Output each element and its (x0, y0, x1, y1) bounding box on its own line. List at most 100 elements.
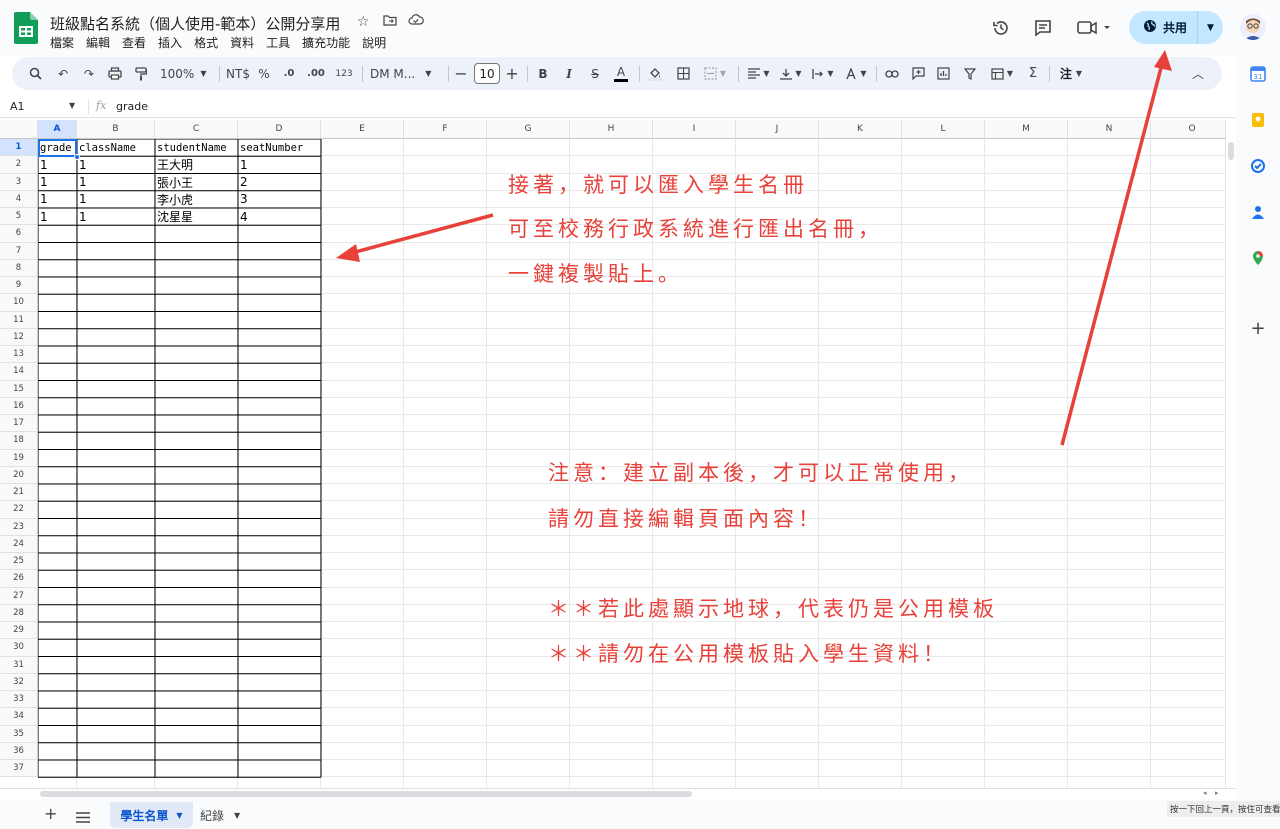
menu-view[interactable]: 查看 (116, 34, 152, 51)
more-formats-button[interactable]: 123 (333, 57, 355, 90)
chevron-down-icon[interactable]: ▼ (69, 101, 75, 110)
row-header[interactable]: 5 (0, 208, 38, 226)
row-header[interactable]: 29 (0, 622, 38, 640)
column-header[interactable]: E (321, 120, 404, 139)
table-cell[interactable]: 張小王 (155, 174, 238, 191)
header-cell[interactable]: grade (38, 139, 77, 156)
column-header[interactable]: L (902, 120, 985, 139)
currency-format-button[interactable]: NT$ (225, 57, 251, 90)
input-tools-button[interactable]: 注 ▼ (1056, 57, 1086, 90)
table-cell[interactable]: 1 (77, 156, 155, 173)
filter-views-icon[interactable]: ▼ (987, 57, 1017, 90)
column-header[interactable]: J (736, 120, 819, 139)
share-button[interactable]: 共用 ▼ (1129, 11, 1223, 44)
scroll-left-icon[interactable]: ◂ (1203, 789, 1207, 797)
header-cell[interactable]: className (77, 139, 155, 156)
formula-input[interactable]: grade (116, 100, 148, 113)
row-header[interactable]: 16 (0, 397, 38, 415)
table-cell[interactable]: 1 (38, 174, 77, 191)
table-cell[interactable]: 1 (238, 156, 321, 173)
horizontal-scroll-thumb[interactable] (40, 791, 692, 797)
row-header[interactable]: 17 (0, 415, 38, 433)
column-header[interactable]: H (570, 120, 653, 139)
row-header[interactable]: 30 (0, 639, 38, 657)
search-menus-icon[interactable] (26, 57, 44, 90)
row-header[interactable]: 26 (0, 570, 38, 588)
increase-font-size-button[interactable]: + (505, 57, 519, 90)
menu-edit[interactable]: 編輯 (80, 34, 116, 51)
italic-button[interactable]: I (560, 57, 578, 90)
row-header[interactable]: 37 (0, 760, 38, 778)
strikethrough-button[interactable]: S (586, 57, 604, 90)
row-header[interactable]: 8 (0, 259, 38, 277)
select-all-corner[interactable] (0, 120, 38, 139)
table-cell[interactable]: 王大明 (155, 156, 238, 173)
add-addon-icon[interactable]: + (1250, 320, 1266, 338)
header-cell[interactable]: seatNumber (238, 139, 321, 156)
keep-icon[interactable] (1250, 112, 1266, 128)
font-size-input[interactable]: 10 (474, 63, 500, 84)
add-sheet-icon[interactable]: + (44, 804, 57, 823)
row-header[interactable]: 10 (0, 294, 38, 312)
cloud-saved-icon[interactable] (408, 13, 424, 31)
menu-data[interactable]: 資料 (224, 34, 260, 51)
column-header[interactable]: D (238, 120, 321, 139)
column-header[interactable]: G (487, 120, 570, 139)
row-header[interactable]: 31 (0, 656, 38, 674)
print-icon[interactable] (106, 57, 124, 90)
row-header[interactable]: 9 (0, 277, 38, 295)
table-cell[interactable]: 1 (77, 208, 155, 225)
filter-icon[interactable] (961, 57, 979, 90)
decrease-font-size-button[interactable]: − (454, 57, 468, 90)
column-header[interactable]: M (985, 120, 1068, 139)
row-header[interactable]: 27 (0, 587, 38, 605)
row-header[interactable]: 24 (0, 535, 38, 553)
row-header[interactable]: 20 (0, 466, 38, 484)
table-cell[interactable]: 沈星星 (155, 208, 238, 225)
contacts-icon[interactable] (1250, 204, 1266, 220)
horizontal-align-icon[interactable]: ▼ (745, 57, 773, 90)
row-header[interactable]: 21 (0, 484, 38, 502)
tasks-icon[interactable] (1250, 158, 1266, 174)
redo-icon[interactable]: ↷ (80, 57, 98, 90)
row-header[interactable]: 6 (0, 225, 38, 243)
menu-extensions[interactable]: 擴充功能 (296, 34, 356, 51)
tab-records[interactable]: 紀錄 ▼ (200, 802, 240, 828)
collapse-menus-icon[interactable]: ︿ (1189, 57, 1207, 90)
vertical-align-icon[interactable]: ▼ (777, 57, 805, 90)
table-cell[interactable]: 3 (238, 191, 321, 208)
column-header[interactable]: C (155, 120, 238, 139)
column-header[interactable]: I (653, 120, 736, 139)
insert-comment-icon[interactable] (909, 57, 927, 90)
version-history-icon[interactable] (991, 18, 1011, 42)
fill-color-icon[interactable] (646, 57, 664, 90)
chevron-down-icon[interactable]: ▼ (176, 811, 182, 820)
column-header[interactable]: N (1068, 120, 1151, 139)
row-header[interactable]: 28 (0, 604, 38, 622)
table-cell[interactable]: 1 (38, 156, 77, 173)
bold-button[interactable]: B (534, 57, 552, 90)
paint-format-icon[interactable] (132, 57, 150, 90)
row-header[interactable]: 1 (0, 139, 38, 157)
table-cell[interactable]: 1 (77, 174, 155, 191)
row-header[interactable]: 13 (0, 346, 38, 364)
chevron-down-icon[interactable]: ▼ (234, 811, 240, 820)
row-header[interactable]: 19 (0, 449, 38, 467)
header-cell[interactable]: studentName (155, 139, 238, 156)
undo-icon[interactable]: ↶ (54, 57, 72, 90)
column-header[interactable]: A (38, 120, 77, 139)
vertical-scroll-thumb[interactable] (1228, 142, 1234, 160)
row-header[interactable]: 11 (0, 311, 38, 329)
menu-format[interactable]: 格式 (188, 34, 224, 51)
avatar[interactable] (1240, 14, 1266, 40)
all-sheets-icon[interactable] (76, 808, 90, 827)
row-header[interactable]: 18 (0, 432, 38, 450)
move-folder-icon[interactable] (383, 13, 397, 31)
row-header[interactable]: 32 (0, 673, 38, 691)
row-header[interactable]: 7 (0, 242, 38, 260)
table-cell[interactable]: 2 (238, 174, 321, 191)
column-header[interactable]: K (819, 120, 902, 139)
row-header[interactable]: 4 (0, 190, 38, 208)
row-header[interactable]: 23 (0, 518, 38, 536)
insert-chart-icon[interactable] (934, 57, 952, 90)
